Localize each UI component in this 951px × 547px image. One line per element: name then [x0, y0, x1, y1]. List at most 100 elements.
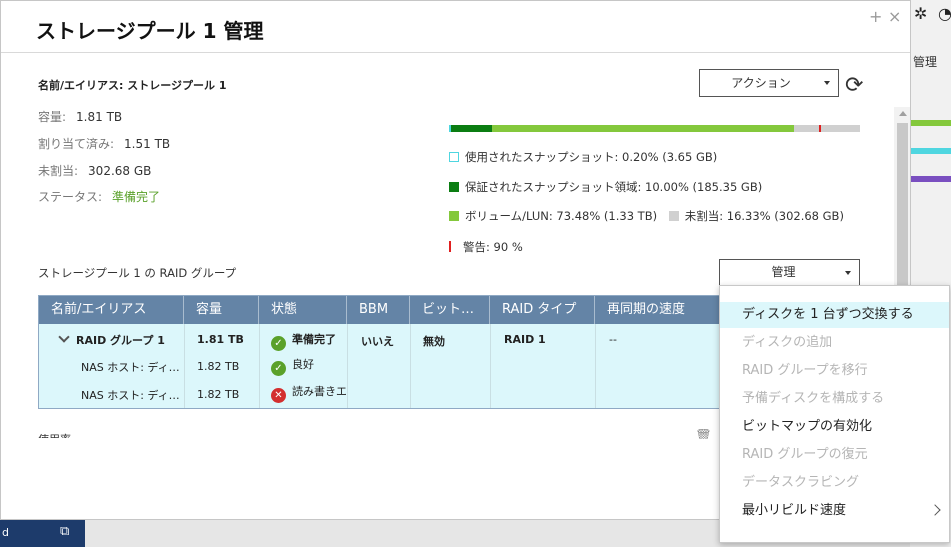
chevron-down-icon: [845, 271, 851, 275]
unallocated-row: 未割当: 302.68 GB: [38, 162, 151, 179]
action-dropdown-label: アクション: [731, 76, 791, 90]
column-header[interactable]: 再同期の速度: [595, 296, 729, 324]
legend-snapshot-used: 使用されたスナップショット: 0.20% (3.65 GB): [449, 149, 717, 165]
column-header[interactable]: ビット…: [410, 296, 490, 324]
disk-name[interactable]: NAS ホスト: ディ…: [81, 387, 181, 403]
group-resync: --: [609, 333, 617, 346]
chevron-down-icon[interactable]: [58, 332, 70, 343]
legend-text: 未割当: 16.33% (302.68 GB): [684, 209, 844, 223]
refresh-icon[interactable]: ⟳: [845, 73, 863, 98]
disk-status: ✓ 良好: [271, 356, 346, 376]
menu-item-label: データスクラビング: [742, 475, 860, 490]
column-divider: [595, 324, 596, 408]
capacity-label: 容量:: [38, 110, 67, 124]
disk-capacity: 1.82 TB: [197, 388, 240, 401]
background-manage-label: 管理: [913, 55, 938, 69]
menu-item-label: ディスクを 1 台ずつ交換する: [742, 307, 914, 322]
unallocated-value: 302.68 GB: [88, 164, 152, 178]
scroll-up-icon[interactable]: [899, 111, 907, 116]
legend-volume: ボリューム/LUN: 73.48% (1.33 TB) 未割当: 16.33% …: [449, 208, 844, 224]
column-header[interactable]: BBM: [347, 296, 410, 324]
legend-text: 保証されたスナップショット領域: 10.00% (185.35 GB): [465, 180, 763, 194]
manage-menu: ディスクを 1 台ずつ交換する ディスクの追加 RAID グループを移行 予備デ…: [719, 285, 950, 543]
legend-swatch: [449, 241, 451, 252]
chevron-right-icon: [929, 504, 941, 516]
status-label: ステータス:: [38, 190, 103, 204]
allocated-label: 割り当て済み:: [38, 137, 115, 151]
menu-item-recover-raid[interactable]: RAID グループの復元: [720, 442, 949, 468]
background-bar: [910, 176, 951, 182]
column-divider: [259, 324, 260, 408]
capacity-value: 1.81 TB: [76, 110, 123, 124]
legend-guaranteed: 保証されたスナップショット領域: 10.00% (185.35 GB): [449, 179, 762, 195]
column-divider: [184, 324, 185, 408]
allocated-row: 割り当て済み: 1.51 TB: [38, 135, 170, 152]
usage-segment-guaranteed: [451, 125, 493, 132]
background-bar: [910, 148, 951, 154]
menu-item-data-scrubbing[interactable]: データスクラビング: [720, 470, 949, 496]
close-icon[interactable]: ×: [888, 7, 901, 26]
menu-item-enable-bitmap[interactable]: ビットマップの有効化: [720, 414, 949, 440]
status-row: ステータス: 準備完了: [38, 188, 160, 205]
usage-warning-marker: [818, 125, 821, 132]
error-icon: ✕: [271, 388, 286, 403]
raid-section-title: ストレージプール 1 の RAID グループ: [38, 266, 237, 280]
background-bar: [910, 120, 951, 126]
disk-status-text: 良好: [292, 358, 314, 371]
menu-item-label: RAID グループの復元: [742, 447, 868, 462]
menu-item-migrate-raid[interactable]: RAID グループを移行: [720, 358, 949, 384]
column-header[interactable]: RAID タイプ: [490, 296, 595, 324]
menu-item-label: 予備ディスクを構成する: [742, 391, 885, 406]
group-status: ✓ 準備完了: [271, 331, 346, 351]
column-divider: [410, 324, 411, 408]
legend-text: 使用されたスナップショット: 0.20% (3.65 GB): [465, 150, 718, 164]
group-name: RAID グループ 1: [76, 334, 165, 347]
capacity-row: 容量: 1.81 TB: [38, 108, 122, 125]
group-capacity: 1.81 TB: [197, 333, 244, 346]
group-raid-type: RAID 1: [504, 333, 546, 346]
legend-swatch: [668, 211, 679, 221]
action-dropdown[interactable]: アクション: [699, 69, 839, 97]
table-header: 名前/エイリアス 容量 状態 BBM ビット… RAID タイプ 再同期の速度: [39, 296, 727, 324]
menu-item-add-disk[interactable]: ディスクの追加: [720, 330, 949, 356]
column-header[interactable]: 容量: [184, 296, 259, 324]
menu-item-label: RAID グループを移行: [742, 363, 868, 378]
raid-group-table: 名前/エイリアス 容量 状態 BBM ビット… RAID タイプ 再同期の速度 …: [38, 295, 728, 409]
usage-section-label: 使用率: [38, 431, 71, 438]
manage-dropdown[interactable]: 管理: [719, 259, 860, 286]
column-header[interactable]: 名前/エイリアス: [39, 296, 184, 324]
legend-warning: 警告: 90 %: [449, 239, 523, 255]
menu-item-label: ディスクの追加: [742, 335, 833, 350]
allocated-value: 1.51 TB: [124, 137, 171, 151]
chevron-down-icon: [824, 81, 830, 85]
legend-text: 警告: 90 %: [463, 240, 523, 254]
column-divider: [490, 324, 491, 408]
background-sidebar-text: d: [2, 526, 9, 539]
disk-status: ✕ 読み書きエ: [271, 383, 346, 403]
status-value: 準備完了: [112, 190, 161, 204]
menu-item-label: 最小リビルド速度: [742, 503, 847, 518]
trash-icon[interactable]: 🗑: [695, 429, 712, 439]
legend-swatch: [449, 182, 459, 192]
settings-icon[interactable]: ✲: [914, 4, 927, 23]
unallocated-label: 未割当:: [38, 164, 79, 178]
usage-bar: [449, 125, 860, 132]
manage-dropdown-label: 管理: [771, 265, 796, 279]
edit-icon[interactable]: ⧉: [60, 524, 69, 539]
disk-name[interactable]: NAS ホスト: ディ…: [81, 359, 181, 375]
help-icon[interactable]: ◔: [938, 4, 951, 23]
background-sidebar: d ⧉: [0, 520, 85, 547]
menu-item-label: ビットマップの有効化: [742, 419, 873, 434]
menu-item-replace-disks[interactable]: ディスクを 1 台ずつ交換する: [720, 302, 949, 328]
dialog-title: ストレージプール 1 管理: [36, 19, 264, 43]
maximize-icon[interactable]: +: [869, 7, 882, 26]
group-bbm: いいえ: [361, 335, 394, 348]
disk-status-text: 読み書きエ: [292, 385, 346, 398]
menu-item-spare-disk[interactable]: 予備ディスクを構成する: [720, 386, 949, 412]
check-icon: ✓: [271, 336, 286, 351]
legend-text: ボリューム/LUN: 73.48% (1.33 TB): [465, 209, 658, 223]
check-icon: ✓: [271, 361, 286, 376]
menu-item-min-rebuild-speed[interactable]: 最小リビルド速度: [720, 498, 949, 524]
column-header[interactable]: 状態: [259, 296, 347, 324]
table-row-group-name[interactable]: RAID グループ 1: [57, 332, 182, 348]
